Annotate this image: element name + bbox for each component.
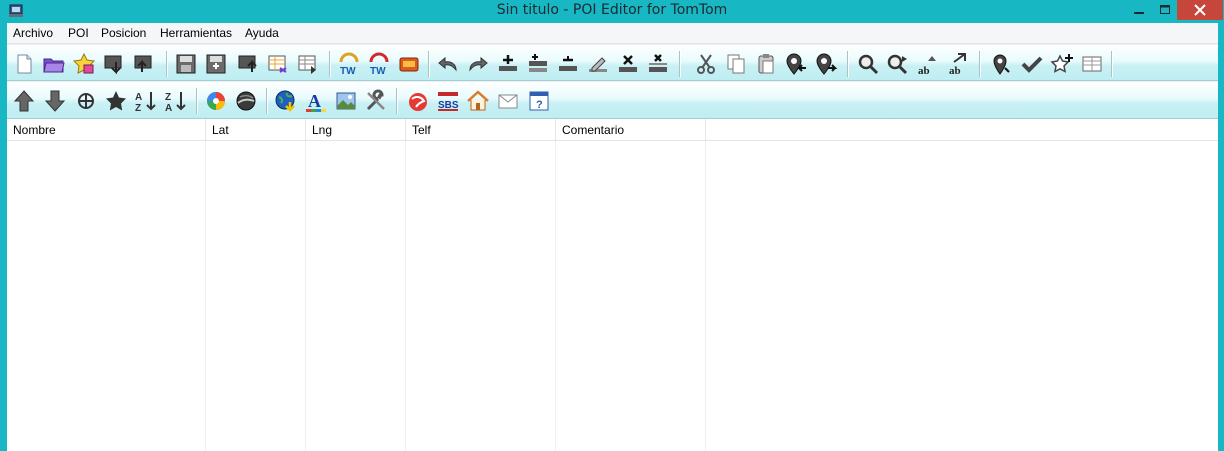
svg-text:?: ? — [536, 99, 543, 111]
search-next-icon[interactable] — [885, 51, 911, 77]
menu-bar: Archivo POI Posicion Herramientas Ayuda — [7, 23, 1218, 44]
minimize-button[interactable] — [1126, 0, 1152, 20]
toolbar-separator — [166, 51, 168, 77]
poi-next-icon[interactable] — [813, 51, 839, 77]
tomtom-write-icon[interactable]: TW — [366, 51, 392, 77]
delete-row-icon[interactable] — [615, 51, 641, 77]
columns-icon[interactable] — [1079, 51, 1105, 77]
window-border — [1218, 23, 1224, 451]
copy-icon[interactable] — [723, 51, 749, 77]
svg-text:ab: ab — [918, 65, 930, 76]
delete-all-icon[interactable] — [645, 51, 671, 77]
svg-text:A: A — [135, 92, 142, 103]
menu-ayuda[interactable]: Ayuda — [239, 23, 285, 44]
client-area: Archivo POI Posicion Herramientas Ayuda … — [7, 23, 1218, 451]
remove-row-icon[interactable] — [555, 51, 581, 77]
column-header-lng[interactable]: Lng — [306, 119, 406, 141]
help-icon[interactable]: ? — [526, 88, 552, 114]
tools-icon[interactable] — [363, 88, 389, 114]
edit-row-icon[interactable] — [585, 51, 611, 77]
column-divider — [705, 141, 706, 451]
toolbar-separator — [266, 88, 268, 114]
table-export-icon[interactable] — [265, 51, 291, 77]
toolbar-separator — [1111, 51, 1113, 77]
title-bar[interactable]: Sin titulo - POI Editor for TomTom — [0, 0, 1224, 23]
toolbar-separator — [196, 88, 198, 114]
column-divider — [305, 141, 306, 451]
brand-icon[interactable] — [405, 88, 431, 114]
paste-icon[interactable] — [753, 51, 779, 77]
column-divider — [205, 141, 206, 451]
table-import-icon[interactable] — [295, 51, 321, 77]
move-up-icon[interactable] — [11, 88, 37, 114]
window-title: Sin titulo - POI Editor for TomTom — [496, 2, 728, 18]
move-down-icon[interactable] — [42, 88, 68, 114]
menu-poi[interactable]: POI — [62, 23, 95, 44]
svg-text:ab: ab — [949, 65, 961, 76]
star-add-icon[interactable] — [1049, 51, 1075, 77]
menu-posicion[interactable]: Posicion — [95, 23, 152, 44]
toolbar-separator — [847, 51, 849, 77]
secondary-toolbar: AZ ZA A SBS ? — [7, 82, 1218, 119]
font-icon[interactable]: A — [303, 88, 329, 114]
menu-herramientas[interactable]: Herramientas — [154, 23, 238, 44]
column-divider — [405, 141, 406, 451]
toolbar-separator — [979, 51, 981, 77]
favorite-star-icon[interactable] — [71, 51, 97, 77]
toolbar-separator — [679, 51, 681, 77]
import-icon[interactable] — [101, 51, 127, 77]
column-header-lat[interactable]: Lat — [206, 119, 306, 141]
svg-text:A: A — [165, 103, 172, 113]
check-icon[interactable] — [1019, 51, 1045, 77]
column-divider — [555, 141, 556, 451]
locate-icon[interactable] — [989, 51, 1015, 77]
column-header-comentario[interactable]: Comentario — [556, 119, 706, 141]
search-icon[interactable] — [855, 51, 881, 77]
svg-text:TW: TW — [370, 66, 386, 76]
new-file-icon[interactable] — [11, 51, 37, 77]
replace-all-icon[interactable]: ab — [945, 51, 971, 77]
image-icon[interactable] — [333, 88, 359, 114]
poi-prev-icon[interactable] — [783, 51, 809, 77]
close-button[interactable] — [1177, 0, 1223, 20]
undo-icon[interactable] — [435, 51, 461, 77]
main-toolbar: TW TW ab ab — [7, 45, 1218, 81]
add-row-icon[interactable] — [495, 51, 521, 77]
save-icon[interactable] — [173, 51, 199, 77]
redo-icon[interactable] — [465, 51, 491, 77]
star-icon[interactable] — [103, 88, 129, 114]
column-header-nombre[interactable]: Nombre — [7, 119, 206, 141]
upload-icon[interactable] — [235, 51, 261, 77]
cut-icon[interactable] — [693, 51, 719, 77]
sort-az-icon[interactable]: AZ — [133, 88, 159, 114]
sort-za-icon[interactable]: ZA — [163, 88, 189, 114]
mail-icon[interactable] — [495, 88, 521, 114]
crosshair-icon[interactable] — [73, 88, 99, 114]
maximize-button[interactable] — [1152, 0, 1178, 20]
sbs-icon[interactable]: SBS — [435, 88, 461, 114]
tomtom-read-icon[interactable]: TW — [336, 51, 362, 77]
device-icon[interactable] — [396, 51, 422, 77]
column-header-telf[interactable]: Telf — [406, 119, 556, 141]
svg-text:Z: Z — [135, 103, 141, 113]
poi-table[interactable]: Nombre Lat Lng Telf Comentario — [7, 119, 1218, 451]
menu-archivo[interactable]: Archivo — [7, 23, 59, 44]
svg-text:Z: Z — [165, 92, 171, 103]
google-maps-icon[interactable] — [203, 88, 229, 114]
toolbar-separator — [396, 88, 398, 114]
app-window: Sin titulo - POI Editor for TomTom Archi… — [0, 0, 1224, 451]
toolbar-separator — [329, 51, 331, 77]
insert-row-icon[interactable] — [525, 51, 551, 77]
save-as-icon[interactable] — [203, 51, 229, 77]
toolbar-separator — [428, 51, 430, 77]
export-icon[interactable] — [131, 51, 157, 77]
google-earth-icon[interactable] — [233, 88, 259, 114]
svg-text:A: A — [308, 91, 321, 111]
svg-text:TW: TW — [340, 66, 356, 76]
table-header: Nombre Lat Lng Telf Comentario — [7, 119, 1218, 141]
replace-icon[interactable]: ab — [915, 51, 941, 77]
home-icon[interactable] — [465, 88, 491, 114]
globe-download-icon[interactable] — [273, 88, 299, 114]
open-folder-icon[interactable] — [41, 51, 67, 77]
